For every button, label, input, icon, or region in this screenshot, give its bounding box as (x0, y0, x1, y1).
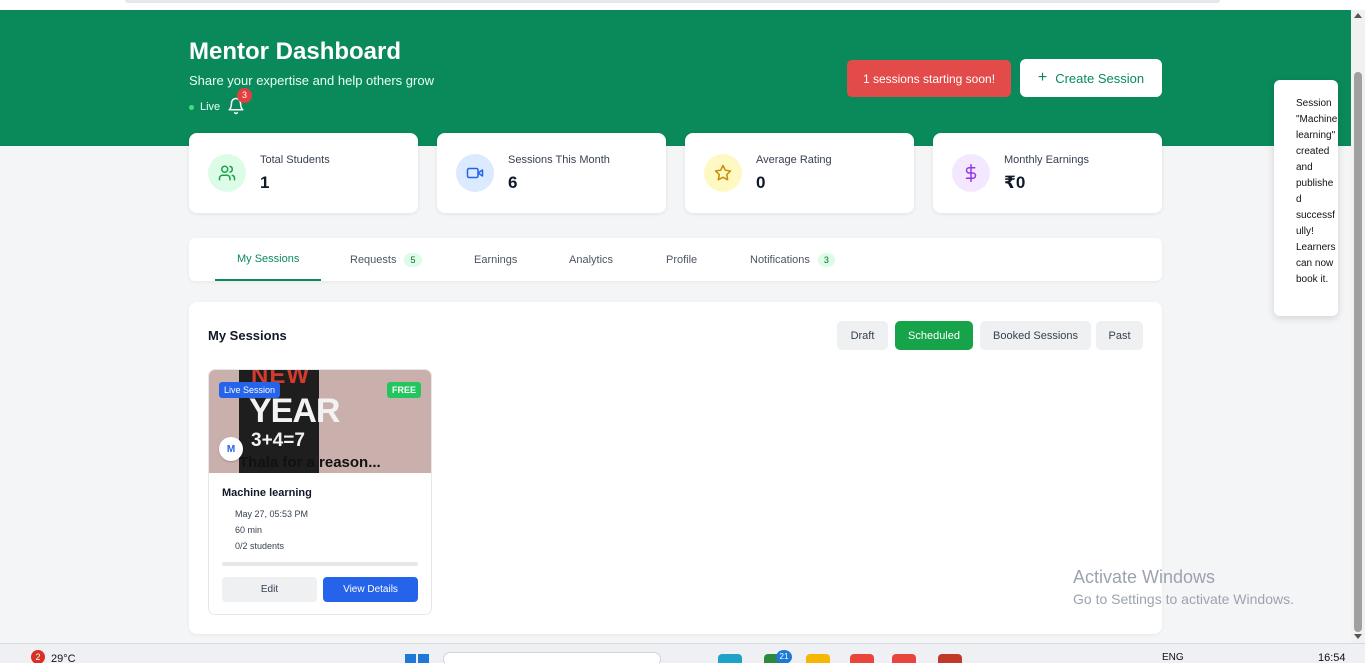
toast-message: Session "Machine learning" created and p… (1296, 98, 1338, 285)
session-duration: 60 min (235, 525, 263, 535)
free-tag: FREE (387, 382, 422, 398)
watermark-title: Activate Windows (1073, 567, 1216, 587)
stat-card-total-students: Total Students 1 (189, 133, 418, 213)
app-count-badge: 21 (776, 650, 792, 663)
tab-label: Profile (666, 253, 698, 266)
stat-card-average-rating: Average Rating 0 (685, 133, 914, 213)
section-title: My Sessions (208, 328, 287, 343)
windows-taskbar: 2 29°C 21 ENG 16:54 (0, 643, 1365, 663)
stat-label: Total Students (260, 154, 330, 166)
session-title: Machine learning (222, 487, 312, 499)
filter-scheduled[interactable]: Scheduled (895, 321, 973, 350)
stat-label: Monthly Earnings (1004, 154, 1089, 166)
sessions-starting-soon-alert[interactable]: 1 sessions starting soon! (847, 60, 1011, 97)
stat-card-sessions-this-month: Sessions This Month 6 (437, 133, 666, 213)
activate-windows-watermark: Activate Windows Go to Settings to activ… (1073, 567, 1294, 607)
thumbnail-text: Thala for a reason... (239, 454, 381, 471)
tab-label: Notifications (750, 253, 810, 266)
stat-label: Average Rating (756, 154, 832, 166)
scroll-up-icon[interactable] (1354, 13, 1362, 18)
filter-draft[interactable]: Draft (837, 321, 888, 350)
scrollbar-thumb[interactable] (1354, 72, 1362, 632)
filter-booked-sessions[interactable]: Booked Sessions (980, 321, 1091, 350)
stat-card-monthly-earnings: Monthly Earnings ₹0 (933, 133, 1162, 213)
video-icon (456, 154, 494, 192)
tab-earnings[interactable]: Earnings (474, 238, 517, 281)
stat-value: ₹0 (1004, 173, 1026, 192)
stat-label: Sessions This Month (508, 154, 610, 166)
my-sessions-panel: My Sessions Draft Scheduled Booked Sessi… (189, 302, 1162, 634)
filter-past[interactable]: Past (1096, 321, 1143, 350)
view-details-button[interactable]: View Details (323, 577, 418, 602)
tab-count-badge: 3 (817, 252, 835, 267)
tab-profile[interactable]: Profile (666, 238, 697, 281)
edit-button[interactable]: Edit (222, 577, 317, 602)
stat-value: 1 (260, 173, 270, 192)
dollar-icon (952, 154, 990, 192)
plus-icon: + (1037, 69, 1048, 86)
page-scrollbar[interactable] (1351, 10, 1365, 643)
live-dot (189, 104, 194, 110)
browser-top-strip (0, 0, 1365, 10)
weather-badge: 2 (31, 650, 45, 663)
app-icon[interactable] (938, 654, 962, 663)
edge-icon[interactable] (718, 654, 742, 663)
session-date: May 27, 05:53 PM (235, 509, 309, 519)
booking-progress-bar (222, 562, 418, 566)
browser-bar (125, 0, 1220, 3)
folder-icon[interactable] (806, 654, 830, 663)
live-session-tag: Live Session (219, 382, 281, 398)
tab-requests[interactable]: Requests 5 (350, 238, 422, 281)
session-students: 0/2 students (235, 541, 285, 551)
create-session-label: Create Session (1055, 70, 1145, 86)
thumbnail-text: 3+4=7 (251, 430, 305, 451)
session-thumbnail: NEW YEAR 3+4=7 Thala for a reason... Liv… (209, 370, 431, 473)
stat-value: 0 (756, 173, 766, 192)
page-subtitle: Share your expertise and help others gro… (189, 73, 434, 88)
session-card[interactable]: NEW YEAR 3+4=7 Thala for a reason... Liv… (208, 369, 432, 615)
chrome-icon[interactable] (850, 654, 874, 663)
tab-count-badge: 5 (404, 252, 422, 267)
users-icon (208, 154, 246, 192)
tab-label: My Sessions (237, 252, 300, 265)
tab-my-sessions[interactable]: My Sessions (215, 238, 322, 281)
tab-analytics[interactable]: Analytics (569, 238, 613, 281)
windows-start-icon[interactable] (405, 654, 429, 663)
notification-count-badge: 3 (237, 88, 252, 103)
mentor-avatar: M (219, 437, 243, 461)
chrome-profile-icon[interactable] (892, 654, 916, 663)
language-indicator[interactable]: ENG (1162, 652, 1184, 663)
tab-notifications[interactable]: Notifications 3 (750, 238, 835, 281)
scroll-down-icon[interactable] (1354, 634, 1362, 639)
weather-temperature[interactable]: 29°C (51, 653, 76, 663)
stat-value: 6 (508, 173, 518, 192)
watermark-subtitle: Go to Settings to activate Windows. (1073, 591, 1294, 607)
live-indicator: Live (189, 101, 220, 113)
tab-label: Analytics (569, 253, 614, 266)
live-label: Live (200, 101, 221, 113)
tab-label: Earnings (474, 253, 518, 266)
success-toast: Session "Machine learning" created and p… (1274, 80, 1338, 316)
tab-label: Requests (350, 253, 397, 266)
star-icon (704, 154, 742, 192)
dashboard-tabs: My Sessions Requests 5 Earnings Analytic… (189, 238, 1162, 281)
page-title: Mentor Dashboard (189, 38, 402, 65)
create-session-button[interactable]: + Create Session (1020, 59, 1162, 97)
taskbar-clock[interactable]: 16:54 (1318, 652, 1346, 663)
taskbar-search[interactable] (443, 652, 661, 663)
